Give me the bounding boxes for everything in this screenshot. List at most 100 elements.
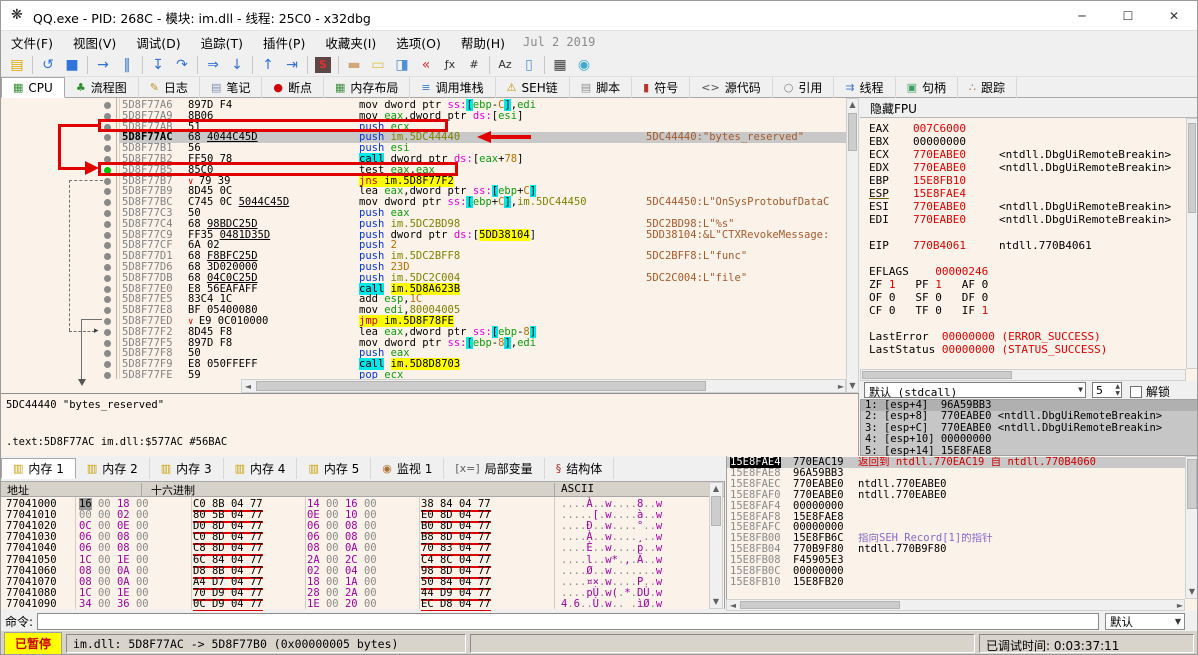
minimize-button[interactable]: ─ [1059, 1, 1105, 31]
register-value[interactable]: 00000000 [913, 135, 966, 148]
dump-byte[interactable]: D9 [212, 598, 225, 610]
registers-vscrollbar[interactable] [1186, 118, 1197, 369]
tab-句柄[interactable]: ▣ 句柄 [896, 77, 958, 98]
instruction-dot[interactable] [104, 177, 111, 185]
tab-引用[interactable]: ○ 引用 [773, 77, 835, 98]
register-name[interactable]: EDI [869, 213, 913, 226]
flag-name[interactable]: SF [896, 291, 936, 304]
tab-符号[interactable]: ▮ 符号 [632, 77, 691, 98]
flag-name[interactable]: PF [896, 278, 936, 291]
maximize-button[interactable]: ☐ [1105, 1, 1151, 31]
close-button[interactable]: ✕ [1151, 1, 1197, 31]
menu-item[interactable]: 追踪(T) [191, 31, 253, 54]
instruction-dot[interactable] [104, 307, 111, 315]
register-name[interactable]: EAX [869, 122, 913, 135]
flag-name[interactable]: OF [869, 291, 889, 304]
tab-日志[interactable]: ✎ 日志 [139, 77, 200, 98]
tab-内存 1[interactable]: ▥ 内存 1 [1, 458, 76, 479]
instruction-dot[interactable] [104, 145, 111, 153]
globe-icon[interactable]: ◉ [572, 54, 596, 76]
register-name[interactable]: EBX [869, 135, 913, 148]
instruction-dot[interactable] [104, 134, 111, 142]
stack-row[interactable]: 15E8FB10 15E8FB20 [727, 576, 1185, 588]
tab-脚本[interactable]: ▤ 脚本 [570, 77, 633, 98]
register-value[interactable]: 770B4061 [913, 239, 966, 252]
step-over-icon[interactable]: ↷ [170, 54, 194, 76]
instruction-dot[interactable] [104, 296, 111, 304]
dump-byte[interactable]: 00 [98, 598, 111, 610]
register-name[interactable]: ECX [869, 148, 913, 161]
flag-name[interactable]: AF [942, 278, 982, 291]
instruction-dot[interactable] [104, 210, 111, 217]
dump-vscrollbar[interactable]: ▲ ▼ [709, 482, 723, 609]
register-value[interactable]: 770EABE0 [913, 213, 966, 226]
dump-byte[interactable]: 00 [136, 598, 149, 610]
dump-byte[interactable]: 36 [117, 598, 130, 610]
flag-name[interactable]: ZF [869, 278, 889, 291]
tab-跟踪[interactable]: ∴ 跟踪 [958, 77, 1017, 98]
instruction-dot[interactable] [104, 361, 111, 369]
registers-hscrollbar[interactable] [860, 369, 1186, 381]
dump-byte[interactable]: 77 [250, 598, 263, 610]
instruction-dot[interactable] [104, 328, 111, 336]
dump-byte[interactable]: 04 [231, 598, 244, 610]
menu-item[interactable]: 选项(O) [386, 31, 451, 54]
dump-row[interactable]: 77041090 34 00 36 00 0C D9 04 77 1E 00 20 0… [1, 598, 706, 612]
register-name[interactable]: EBP [869, 174, 913, 187]
flag-value[interactable]: 1 [982, 304, 989, 317]
instruction-dot[interactable] [104, 188, 111, 196]
unlock-checkbox[interactable] [1130, 385, 1142, 398]
calling-convention-select[interactable]: 默认 (stdcall) ▼ [864, 382, 1086, 399]
instruction-dot[interactable] [104, 102, 111, 109]
execute-till-return-icon[interactable]: ↑ [256, 54, 280, 76]
tab-内存 2[interactable]: ▥ 内存 2 [76, 458, 150, 479]
register-value[interactable]: 770EABE0 [913, 200, 966, 213]
tab-SEH链[interactable]: ⚠ SEH链 [496, 77, 570, 98]
tab-内存布局[interactable]: ▦ 内存布局 [324, 77, 411, 98]
flag-value[interactable]: 0 [889, 304, 896, 317]
step-out-icon[interactable]: ↓ [225, 54, 249, 76]
instruction-dot[interactable] [104, 199, 111, 207]
tab-CPU[interactable]: ▦ CPU [1, 77, 65, 98]
flag-value[interactable]: 1 [889, 278, 896, 291]
register-name[interactable]: EIP [869, 239, 913, 252]
tab-内存 3[interactable]: ▥ 内存 3 [150, 458, 224, 479]
restart-icon[interactable]: ↺ [36, 54, 60, 76]
patches-icon[interactable]: ▬ [342, 54, 366, 76]
step-into-icon[interactable]: ↧ [146, 54, 170, 76]
arguments-view[interactable]: 1: [esp+4] 96A59BB3 2: [esp+8] 770EABE0 <… [860, 399, 1197, 457]
instruction-dot[interactable] [104, 264, 111, 271]
tab-局部变量[interactable]: [x=] 局部变量 [444, 458, 545, 479]
dump-byte[interactable]: 0C [193, 598, 206, 610]
command-profile-select[interactable]: 默认 ▼ [1105, 612, 1186, 630]
dump-byte[interactable]: D8 [440, 598, 453, 610]
run-to-user-code-icon[interactable]: ⇒ [201, 54, 225, 76]
dump-byte[interactable]: 20 [345, 598, 358, 610]
functions-icon[interactable]: ƒx [438, 54, 462, 76]
reference-icon[interactable]: # [462, 54, 486, 76]
flag-name[interactable]: CF [869, 304, 889, 317]
tab-笔记[interactable]: ▤ 笔记 [200, 77, 263, 98]
disasm-vscrollbar[interactable]: ▲ ▼ [846, 98, 859, 393]
menu-item[interactable]: 收藏夹(I) [315, 31, 386, 54]
dump-byte[interactable]: 34 [79, 598, 92, 610]
instruction-dot[interactable] [104, 242, 111, 250]
register-name[interactable]: ESP [869, 187, 913, 200]
bookmarks-icon[interactable]: « [414, 54, 438, 76]
register-value[interactable]: 007C6000 [913, 122, 966, 135]
instruction-dot[interactable] [104, 285, 111, 293]
pause-icon[interactable]: ‖ [115, 54, 139, 76]
flag-value[interactable]: 0 [935, 291, 942, 304]
menu-item[interactable]: 调试(D) [126, 31, 190, 54]
stack-row[interactable]: 15E8FAF4 00000000 [727, 500, 1185, 512]
register-value[interactable]: 770EABE0 [913, 161, 966, 174]
flag-name[interactable]: TF [896, 304, 936, 317]
open-file-icon[interactable]: ▤ [5, 54, 29, 76]
comments-icon[interactable]: ▭ [366, 54, 390, 76]
flag-value[interactable]: 0 [889, 291, 896, 304]
instruction-dot[interactable] [104, 372, 111, 379]
menu-item[interactable]: 插件(P) [253, 31, 315, 54]
stack-vscrollbar[interactable]: ▼ [1185, 456, 1197, 599]
run-to-user-icon[interactable]: ⇥ [280, 54, 304, 76]
args-depth-spinner[interactable]: 5 ▲ ▼ [1092, 382, 1122, 398]
